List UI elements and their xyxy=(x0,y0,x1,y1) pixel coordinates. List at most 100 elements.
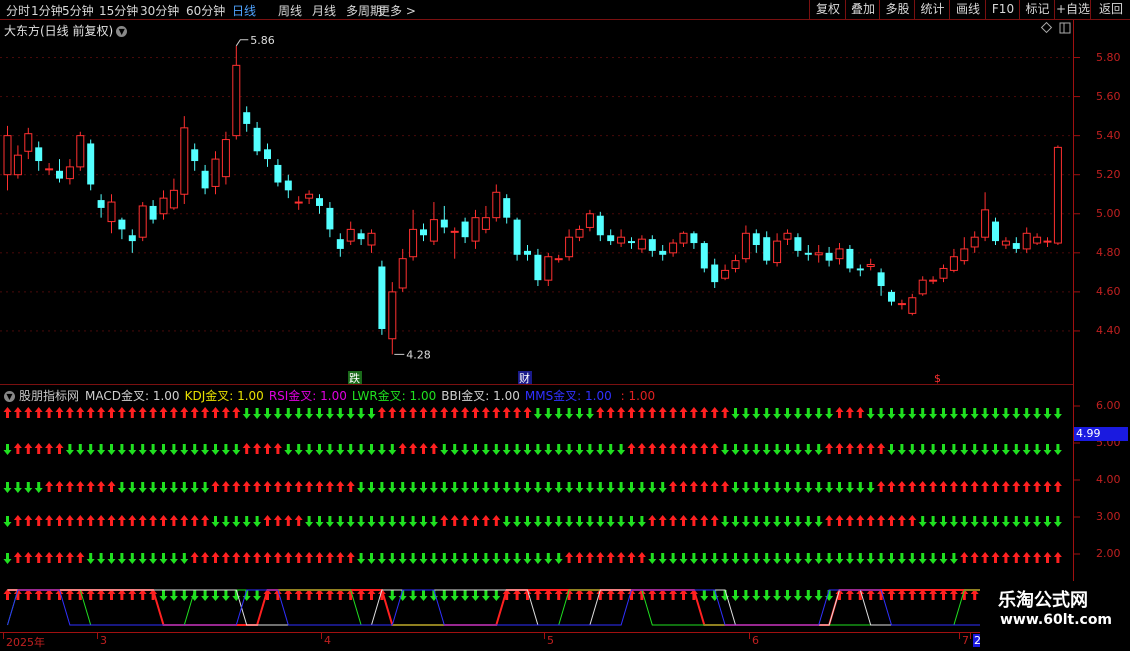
signal-down-arrow xyxy=(336,444,345,455)
signal-up-arrow xyxy=(398,443,407,454)
signal-up-arrow xyxy=(679,443,688,454)
signal-down-arrow xyxy=(169,590,178,601)
candlestick-chart: 5.864.28跌财 $ xyxy=(0,21,1080,626)
signal-up-arrow xyxy=(13,552,22,563)
candle-body-down xyxy=(253,127,261,152)
signal-up-arrow xyxy=(273,552,282,563)
candle-body-up xyxy=(346,228,355,242)
signal-down-arrow xyxy=(585,444,594,455)
signal-up-arrow xyxy=(617,552,626,563)
diamond-icon[interactable] xyxy=(1040,21,1053,34)
signal-down-arrow xyxy=(981,444,990,455)
signal-up-arrow xyxy=(908,515,917,526)
signal-up-arrow xyxy=(700,515,709,526)
signal-up-arrow xyxy=(45,515,54,526)
signal-down-arrow xyxy=(315,444,324,455)
signal-up-arrow xyxy=(284,481,293,492)
candle-body-down xyxy=(128,235,136,242)
candle-body-up xyxy=(367,232,376,246)
signal-down-arrow xyxy=(305,516,314,527)
signal-down-arrow xyxy=(97,553,106,564)
signal-up-arrow xyxy=(825,443,834,454)
signal-down-arrow xyxy=(1043,444,1052,455)
signal-down-arrow xyxy=(773,516,782,527)
signal-up-arrow xyxy=(710,481,719,492)
signal-down-arrow xyxy=(471,482,480,493)
candle-body-up xyxy=(939,267,948,279)
signal-down-arrow xyxy=(138,482,147,493)
signal-down-arrow xyxy=(918,444,927,455)
watermark-url: www.60lt.com xyxy=(1000,612,1113,628)
signal-up-arrow xyxy=(648,443,657,454)
signal-down-arrow xyxy=(648,553,657,564)
signal-up-arrow xyxy=(34,515,43,526)
candle-body-up xyxy=(741,232,750,260)
candle-body-up xyxy=(471,217,480,242)
chevron-down-icon[interactable]: ▼ xyxy=(4,391,15,402)
signal-down-arrow xyxy=(24,482,33,493)
signal-up-arrow xyxy=(409,407,418,418)
candle-body-down xyxy=(56,170,63,179)
signal-up-arrow xyxy=(481,407,490,418)
candle-body-down xyxy=(524,250,531,255)
signal-down-arrow xyxy=(783,408,792,419)
signal-down-arrow xyxy=(544,444,553,455)
signal-down-arrow xyxy=(377,482,386,493)
candle-body-up xyxy=(305,193,314,199)
signal-down-arrow xyxy=(502,482,511,493)
candle-body-up xyxy=(866,264,875,267)
cai-marker: 财 xyxy=(519,371,530,385)
signal-up-arrow xyxy=(981,552,990,563)
signal-down-arrow xyxy=(180,590,189,601)
signal-up-arrow xyxy=(856,443,865,454)
window-icon[interactable] xyxy=(1059,22,1071,34)
date-tick xyxy=(544,633,545,639)
signal-up-arrow xyxy=(856,407,865,418)
signal-up-arrow xyxy=(689,481,698,492)
signal-down-arrow xyxy=(773,553,782,564)
signal-up-arrow xyxy=(34,552,43,563)
signal-down-arrow xyxy=(679,553,688,564)
signal-down-arrow xyxy=(606,482,615,493)
signal-up-arrow xyxy=(887,481,896,492)
signal-down-arrow xyxy=(752,482,761,493)
candle-body-down xyxy=(711,264,719,283)
signal-down-arrow xyxy=(107,553,116,564)
signal-down-arrow xyxy=(544,408,553,419)
candle-body-down xyxy=(97,200,105,208)
signal-up-arrow xyxy=(336,481,345,492)
signal-up-arrow xyxy=(606,407,615,418)
signal-down-arrow xyxy=(887,408,896,419)
candle-body-down xyxy=(856,268,864,271)
signal-up-arrow xyxy=(211,552,220,563)
candle-body-down xyxy=(877,272,885,287)
signal-down-arrow xyxy=(471,590,480,601)
signal-up-arrow xyxy=(627,407,636,418)
candle-body-down xyxy=(534,254,542,281)
signal-up-arrow xyxy=(918,481,927,492)
signal-down-arrow xyxy=(929,553,938,564)
candle-body-up xyxy=(492,191,501,219)
signal-down-arrow xyxy=(502,444,511,455)
candle-body-down xyxy=(763,237,771,261)
date-tick xyxy=(959,633,960,639)
signal-up-arrow xyxy=(201,515,210,526)
signal-down-arrow xyxy=(804,408,813,419)
signal-up-arrow xyxy=(305,552,314,563)
signal-up-arrow xyxy=(107,481,116,492)
candle-body-up xyxy=(897,303,906,306)
signal-up-arrow xyxy=(1043,481,1052,492)
candle-body-down xyxy=(87,143,95,185)
price-tick-label: 4.60 xyxy=(1096,284,1121,298)
signal-down-arrow xyxy=(201,590,210,601)
signal-down-arrow xyxy=(86,444,95,455)
signal-down-arrow xyxy=(242,516,251,527)
signal-up-arrow xyxy=(263,552,272,563)
signal-up-arrow xyxy=(710,443,719,454)
signal-down-arrow xyxy=(1033,444,1042,455)
signal-down-arrow xyxy=(3,553,12,564)
signal-up-arrow xyxy=(263,481,272,492)
signal-down-arrow xyxy=(180,553,189,564)
signal-down-arrow xyxy=(273,408,282,419)
candle-body-up xyxy=(398,258,407,289)
